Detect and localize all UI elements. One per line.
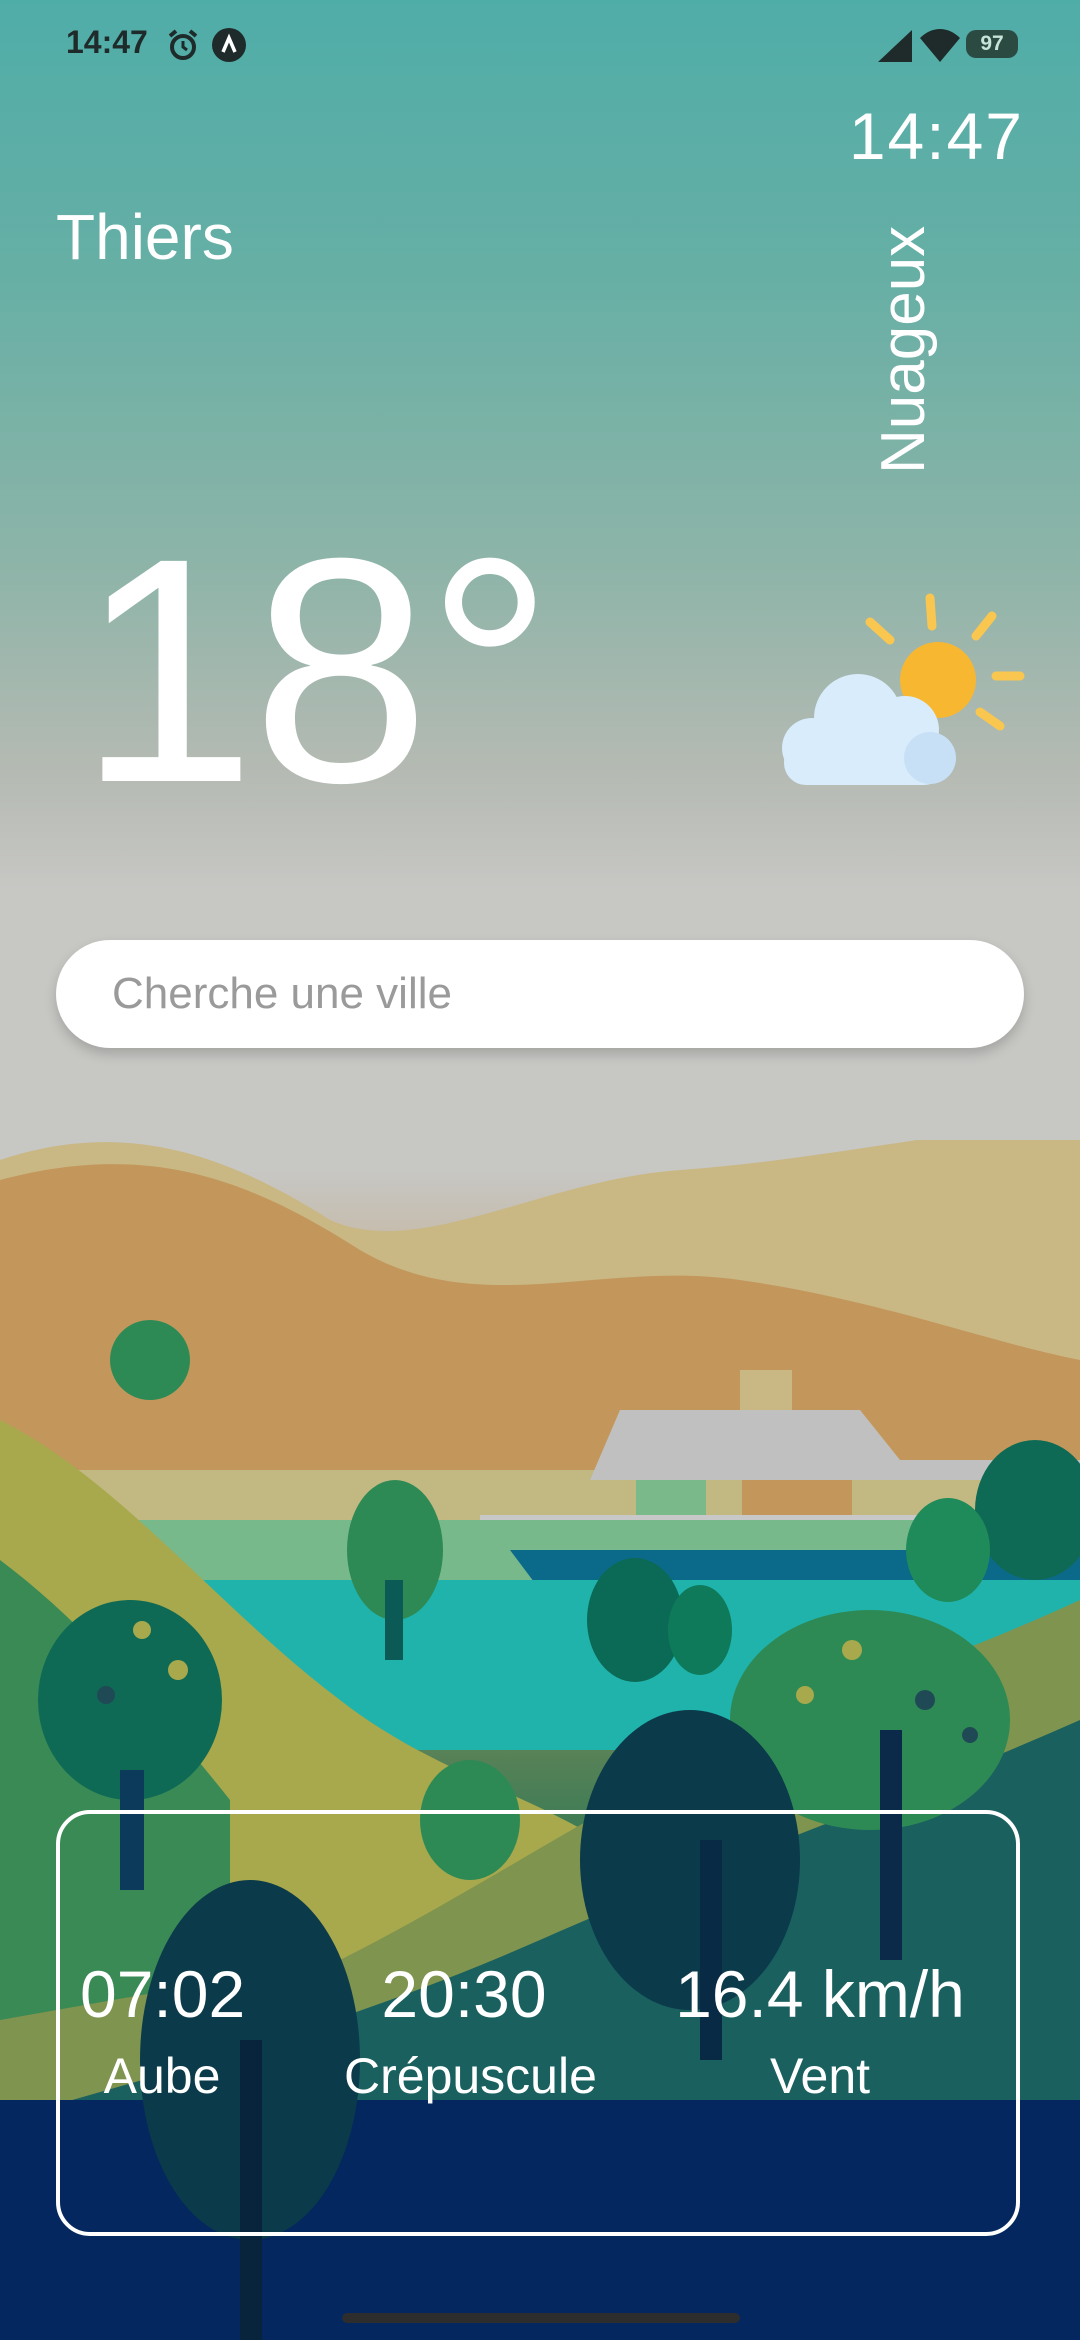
weather-condition: Nuageux (869, 225, 938, 474)
wind-label: Vent (769, 2048, 871, 2104)
wind-stat: 16.4 km/h Vent (650, 1954, 990, 2118)
signal-icon (878, 30, 912, 62)
battery-icon: 97 (966, 30, 1018, 58)
current-time: 14:47 (848, 99, 1024, 173)
dawn-label: Aube (103, 2048, 221, 2104)
wifi-icon (920, 29, 960, 62)
search-input[interactable] (110, 968, 974, 1020)
dusk-stat: 20:30 Crépuscule (344, 1954, 597, 2118)
app-notification-icon (212, 28, 246, 62)
dawn-time: 07:02 (80, 1957, 246, 2031)
sun-wind-panel: 07:02 Aube 20:30 Crépuscule 16.4 km/h Ve… (56, 1810, 1020, 2236)
dusk-time: 20:30 (381, 1957, 547, 2031)
sun-behind-cloud-icon (782, 593, 1025, 785)
alarm-icon (168, 29, 198, 60)
city-name: Thiers (56, 201, 234, 273)
city-search-bar[interactable] (56, 940, 1024, 1048)
temperature: 18° (78, 491, 554, 849)
battery-level: 97 (980, 32, 1004, 55)
dusk-label: Crépuscule (344, 2048, 597, 2104)
wind-speed: 16.4 km/h (675, 1957, 965, 2031)
home-indicator[interactable] (342, 2313, 740, 2323)
dawn-stat: 07:02 Aube (80, 1954, 246, 2118)
status-bar: 14:47 97 (0, 0, 1080, 92)
status-time: 14:47 (66, 24, 148, 60)
